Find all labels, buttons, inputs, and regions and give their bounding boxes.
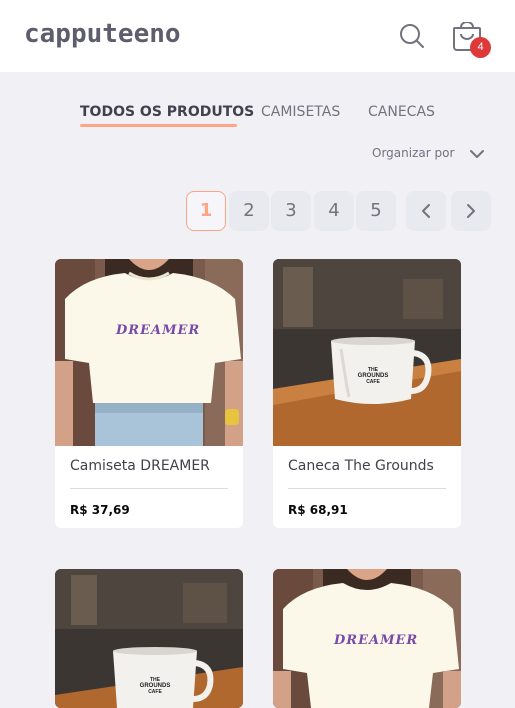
mug-print-line: CAFE [148, 689, 162, 695]
chevron-left-icon [422, 204, 430, 218]
page-button-1[interactable]: 1 [186, 191, 226, 231]
search-button[interactable] [398, 22, 426, 50]
page-button-3[interactable]: 3 [271, 191, 311, 231]
product-name: Camiseta DREAMER [70, 458, 210, 474]
tshirt-photo: DREAMER [55, 259, 243, 446]
page-button-5[interactable]: 5 [356, 191, 396, 231]
search-icon [400, 24, 424, 48]
prev-page-button[interactable] [406, 191, 446, 231]
page-button-4[interactable]: 4 [314, 191, 354, 231]
tab-tshirts[interactable]: CAMISETAS [261, 104, 340, 120]
product-name: Caneca The Grounds [288, 458, 434, 474]
tshirt-photo: DREAMER [273, 569, 461, 708]
mug-photo: THE GROUNDS CAFE [55, 569, 243, 708]
product-card[interactable]: THE GROUNDS CAFE Caneca The Grounds R$ 6… [273, 259, 461, 528]
next-page-button[interactable] [451, 191, 491, 231]
header: capputeeno 4 [0, 0, 515, 72]
product-card[interactable]: DREAMER [273, 569, 461, 708]
divider [70, 488, 228, 489]
product-price: R$ 68,91 [288, 503, 348, 517]
sort-dropdown[interactable]: Organizar por [372, 145, 488, 163]
mug-print-line: CAFE [366, 379, 380, 385]
shirt-print-text: DREAMER [334, 633, 419, 648]
tab-mugs[interactable]: CANECAS [368, 104, 435, 120]
category-tabs: TODOS OS PRODUTOS CAMISETAS CANECAS [0, 104, 515, 128]
shirt-print-text: DREAMER [116, 323, 201, 338]
active-tab-indicator [80, 124, 237, 127]
divider [288, 488, 446, 489]
sort-label: Organizar por [372, 146, 455, 160]
page-button-2[interactable]: 2 [229, 191, 269, 231]
product-price: R$ 37,69 [70, 503, 130, 517]
chevron-down-icon [470, 150, 484, 158]
mug-photo: THE GROUNDS CAFE [273, 259, 461, 446]
product-card[interactable]: DREAMER Camiseta DREAMER R$ 37,69 [55, 259, 243, 528]
tab-all-products[interactable]: TODOS OS PRODUTOS [80, 104, 254, 120]
product-card[interactable]: THE GROUNDS CAFE [55, 569, 243, 708]
logo[interactable]: capputeeno [24, 19, 181, 49]
cart-count-badge: 4 [470, 37, 491, 58]
chevron-right-icon [467, 204, 475, 218]
